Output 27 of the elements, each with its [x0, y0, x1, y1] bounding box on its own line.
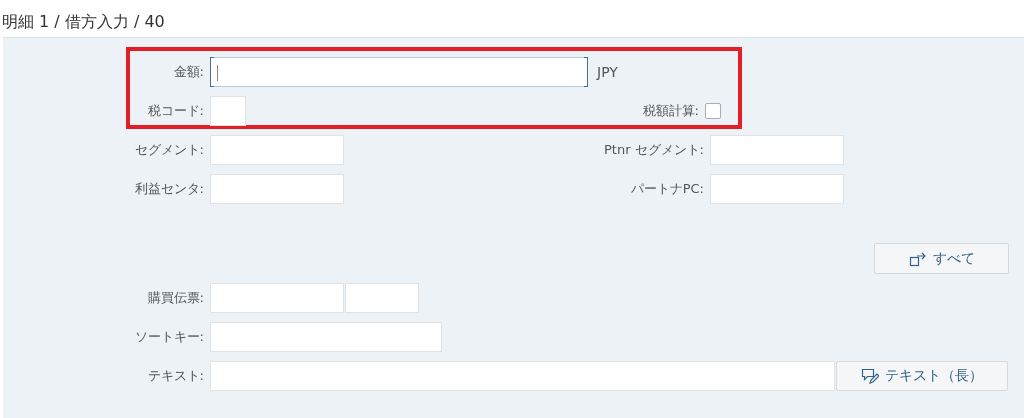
edit-comment-icon: [861, 367, 879, 385]
checkbox[interactable]: [705, 103, 721, 119]
long-text-button[interactable]: テキスト（長）: [836, 361, 1008, 391]
amount-field[interactable]: [210, 57, 588, 87]
field-label: テキスト:: [146, 367, 205, 385]
checkbox-label: 税額計算:: [641, 102, 700, 120]
partner-segment-field[interactable]: [710, 135, 844, 165]
field-label: セグメント:: [133, 141, 205, 159]
all-button[interactable]: すべて: [874, 243, 1009, 274]
section-title: 明細 1 / 借方入力 / 40: [1, 11, 166, 33]
tax-code-field[interactable]: [210, 96, 246, 126]
document-number-field[interactable]: [210, 283, 344, 313]
sort-key-field[interactable]: [210, 322, 442, 352]
text-field[interactable]: [210, 361, 835, 391]
field-label: パートナPC:: [629, 180, 705, 198]
field-label: ソートキー:: [133, 328, 205, 346]
field-label: 税コード:: [146, 102, 205, 120]
field-label: Ptnr セグメント:: [602, 141, 705, 159]
profit-center-field[interactable]: [210, 174, 344, 204]
field-label: 金額:: [172, 63, 205, 81]
segment-field[interactable]: [210, 135, 344, 165]
field-label: 利益センタ:: [133, 180, 205, 198]
currency-label: JPY: [597, 64, 618, 80]
partner-pc-field[interactable]: [710, 174, 844, 204]
item-number-field[interactable]: [345, 283, 419, 313]
export-icon: [908, 250, 927, 267]
field-label: 購買伝票:: [146, 289, 205, 307]
